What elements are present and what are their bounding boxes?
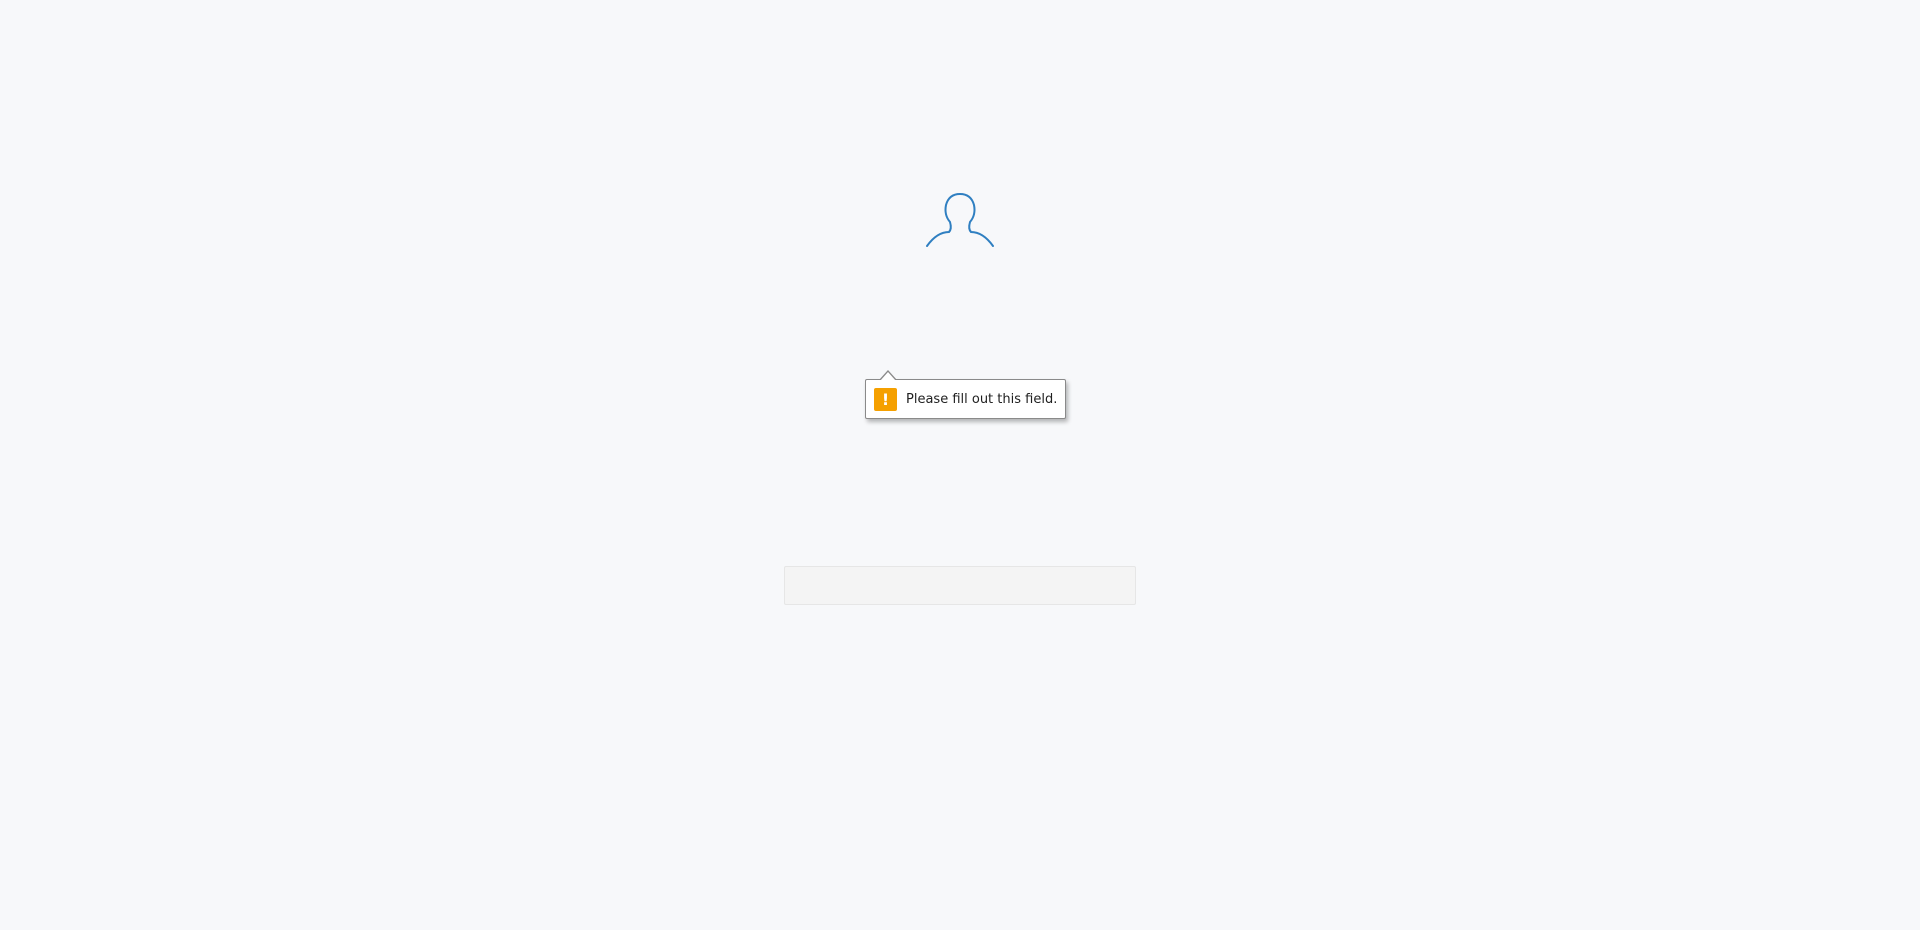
validation-message: Please fill out this field. [906,391,1058,407]
user-silhouette-icon [926,193,994,247]
required-input-field[interactable] [784,566,1136,605]
tooltip-arrow-inner [880,372,896,381]
background-pattern [0,0,1920,930]
warning-icon: ! [874,387,897,411]
validation-tooltip: ! Please fill out this field. [865,370,1067,419]
